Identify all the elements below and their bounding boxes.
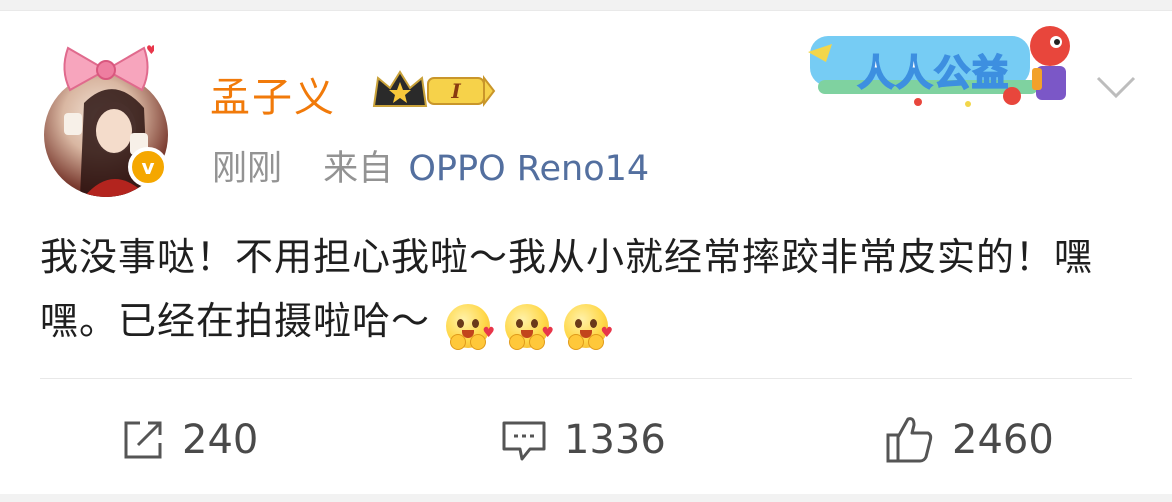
source-prefix: 来自 (323, 149, 394, 189)
hug-emoji-icon: ♥ (446, 304, 495, 350)
divider (40, 378, 1132, 379)
hug-emoji-icon: ♥ (564, 304, 613, 350)
promo-text: 人人公益 (857, 52, 1011, 95)
comment-button[interactable]: 1336 (500, 412, 666, 468)
chevron-down-icon[interactable] (1092, 68, 1140, 108)
like-count: 2460 (952, 417, 1054, 463)
bow-decoration-icon: ♥ (63, 43, 154, 92)
comment-count: 1336 (564, 417, 666, 463)
top-separator (0, 0, 1172, 11)
source-device-link[interactable]: OPPO Reno14 (408, 149, 649, 189)
share-icon (124, 421, 162, 459)
svg-text:I: I (450, 79, 461, 103)
share-count: 240 (182, 417, 259, 463)
crown-level-badge-icon[interactable]: I (370, 66, 498, 114)
post-time: 刚刚 (212, 149, 283, 189)
user-avatar[interactable]: ♥ v (40, 40, 170, 197)
username[interactable]: 孟子义 (210, 65, 336, 123)
comment-icon (502, 421, 546, 461)
bottom-separator (0, 494, 1172, 502)
thumbs-up-icon (886, 417, 933, 463)
post-meta: 刚刚 来自 OPPO Reno14 (212, 140, 649, 191)
verified-badge-icon: v (128, 147, 168, 187)
like-button[interactable]: 2460 (884, 412, 1054, 468)
post-content: 我没事哒！不用担心我啦～我从小就经常摔跤非常皮实的！嘿嘿。已经在拍摄啦哈～ ♥ … (40, 225, 1135, 356)
hug-emoji-icon: ♥ (505, 304, 554, 350)
share-button[interactable]: 240 (120, 412, 258, 468)
emoji-group: ♥ ♥ ♥ (446, 292, 613, 356)
svg-text:♥: ♥ (146, 43, 154, 57)
